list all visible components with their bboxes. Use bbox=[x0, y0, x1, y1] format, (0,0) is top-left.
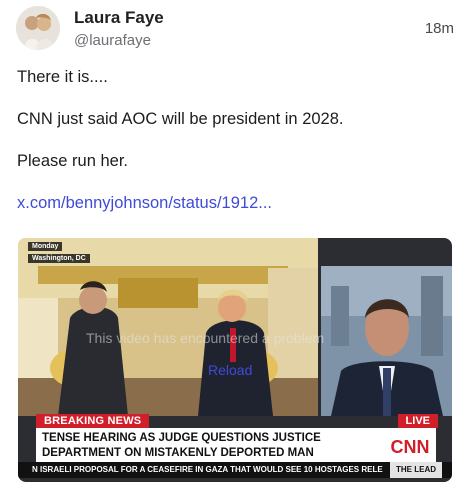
ticker-text: N ISRAELI PROPOSAL FOR A CEASEFIRE IN GA… bbox=[32, 465, 383, 474]
headline-line: TENSE HEARING AS JUDGE QUESTIONS JUSTICE bbox=[42, 432, 321, 444]
post-line: There it is.... bbox=[17, 68, 108, 86]
ticker-tag: THE LEAD bbox=[390, 462, 442, 478]
news-ticker: N ISRAELI PROPOSAL FOR A CEASEFIRE IN GA… bbox=[18, 462, 452, 478]
video-error-message: This video has encountered a problem bbox=[86, 330, 325, 346]
headline-text: TENSE HEARING AS JUDGE QUESTIONS JUSTICE… bbox=[42, 431, 382, 461]
post-line: CNN just said AOC will be president in 2… bbox=[17, 110, 344, 128]
post-header: Laura Faye @laurafaye 18m bbox=[16, 6, 456, 52]
news-lower-third: BREAKING NEWS LIVE TENSE HEARING AS JUDG… bbox=[18, 414, 452, 482]
post-line: Please run her. bbox=[17, 152, 128, 170]
author-block: Laura Faye @laurafaye bbox=[74, 8, 164, 52]
author-name[interactable]: Laura Faye bbox=[74, 8, 164, 28]
cnn-logo: CNN bbox=[390, 433, 430, 459]
avatar[interactable] bbox=[16, 6, 60, 50]
post-link[interactable]: x.com/bennyjohnson/status/1912... bbox=[17, 192, 272, 214]
author-handle[interactable]: @laurafaye bbox=[74, 30, 164, 52]
live-badge: LIVE bbox=[397, 414, 438, 428]
location-city-tag: Washington, DC bbox=[28, 254, 90, 263]
post-body: There it is.... CNN just said AOC will b… bbox=[17, 66, 447, 214]
reload-button[interactable]: Reload bbox=[208, 362, 252, 378]
breaking-news-label: BREAKING NEWS bbox=[36, 414, 150, 428]
headline-box: TENSE HEARING AS JUDGE QUESTIONS JUSTICE… bbox=[36, 428, 436, 464]
video-scene-anchor bbox=[321, 266, 452, 416]
cnn-logo-text: CNN bbox=[391, 437, 430, 457]
video-player[interactable]: Monday Washington, DC This video has enc… bbox=[18, 238, 452, 482]
timestamp[interactable]: 18m bbox=[425, 20, 454, 37]
headline-line: DEPARTMENT ON MISTAKENLY DEPORTED MAN bbox=[42, 447, 314, 459]
location-day-tag: Monday bbox=[28, 242, 63, 251]
video-scene-oval-office: Monday Washington, DC bbox=[18, 238, 318, 416]
